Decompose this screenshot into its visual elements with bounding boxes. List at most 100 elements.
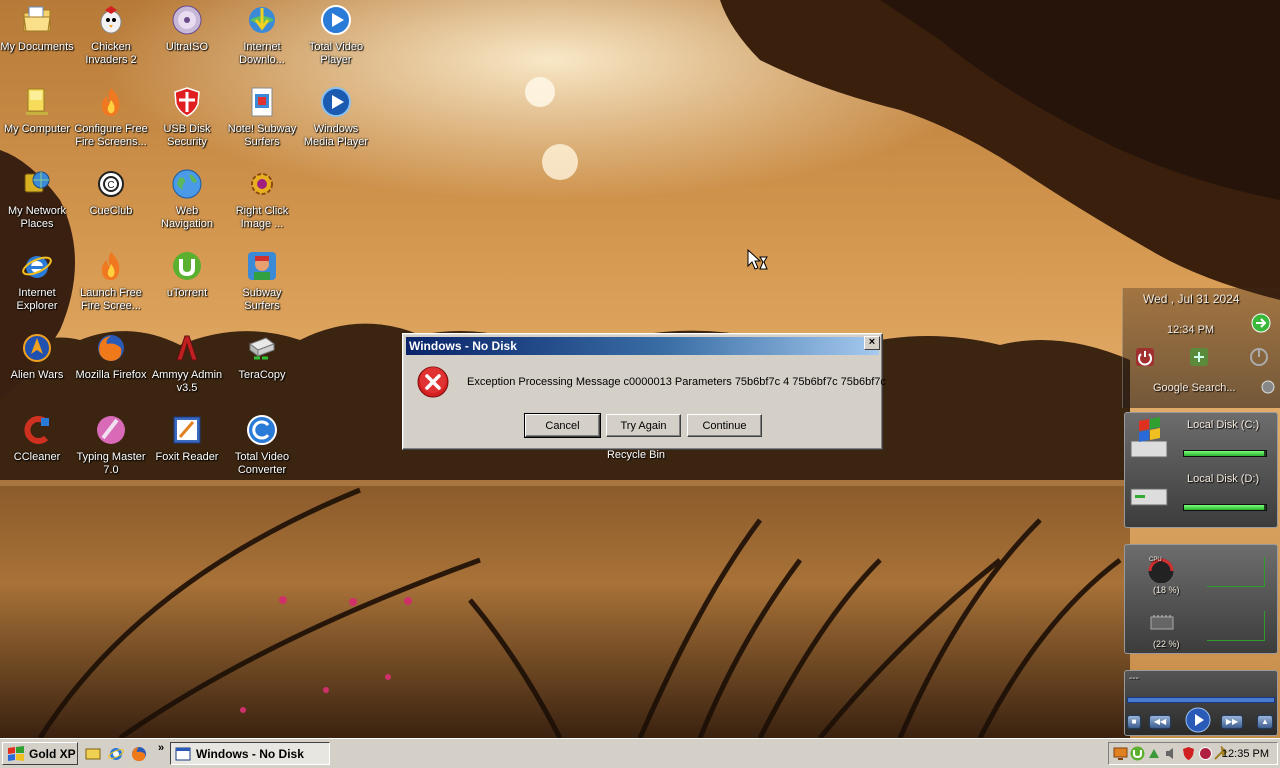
taskbar-clock[interactable]: 12:35 PM	[1222, 748, 1269, 760]
search-icon[interactable]	[1261, 380, 1275, 394]
quicklaunch-internet-explorer[interactable]	[107, 745, 125, 763]
drive-d-icon	[1130, 488, 1168, 506]
desktop-icon-chicken-invaders-2[interactable]: Chicken Invaders 2	[73, 2, 149, 82]
utorrent-icon	[171, 250, 203, 282]
desktop-icon-label: My Network Places	[7, 205, 67, 230]
desktop-icon-alien-wars[interactable]: Alien Wars	[0, 330, 75, 410]
ram-chip-icon	[1150, 615, 1174, 630]
desktop-icon-label: Launch Free Fire Scree...	[80, 287, 142, 312]
start-button[interactable]: Gold XP	[2, 742, 78, 765]
desktop-icon-internet-download-manager[interactable]: Internet Downlo...	[224, 2, 300, 82]
desktop-icon-web-navigation[interactable]: Web Navigation	[149, 166, 225, 246]
desktop-icon-my-documents[interactable]: My Documents	[0, 2, 75, 82]
drive-c-usage-fill	[1184, 451, 1264, 456]
shutdown-icon[interactable]	[1249, 347, 1269, 367]
drive-d-usage-bar	[1183, 504, 1267, 511]
media-play-button[interactable]	[1185, 707, 1211, 733]
desktop-icon-launch-free-fire[interactable]: Launch Free Fire Scree...	[73, 248, 149, 328]
video-player-icon	[320, 4, 352, 36]
desktop-icon-label: Foxit Reader	[155, 451, 219, 463]
disc-icon	[171, 4, 203, 36]
media-next-button[interactable]: ▶▶	[1221, 715, 1243, 729]
firefox-icon	[132, 747, 146, 761]
media-eject-button[interactable]: ▲	[1257, 715, 1273, 729]
desktop-icon-label: Web Navigation	[161, 205, 213, 230]
desktop-icon-note-subway-surfers[interactable]: Note! Subway Surfers	[224, 84, 300, 164]
desktop-icon-label: Total Video Converter	[234, 451, 290, 476]
desktop-icon-label: Total Video Player	[308, 41, 364, 66]
desktop-icon-label: Right Click Image ...	[235, 205, 289, 230]
desktop-icon-ultraiso[interactable]: UltraISO	[149, 2, 225, 82]
dialog-title[interactable]: Windows - No Disk	[406, 337, 879, 355]
desktop-icon-label: CueClub	[89, 205, 133, 217]
media-player-gadget: --- ■ ◀◀ ▶▶ ▲	[1124, 670, 1278, 736]
drive-c-label: Local Disk (C:)	[1187, 419, 1260, 431]
desktop-icon-configure-free-fire[interactable]: Configure Free Fire Screens...	[73, 84, 149, 164]
desktop-icon-internet-explorer[interactable]: Internet Explorer	[0, 248, 75, 328]
google-search-input[interactable]: Google Search...	[1153, 382, 1236, 394]
quicklaunch-chevron[interactable]: »	[158, 742, 164, 754]
desktop-icon-usb-disk-security[interactable]: USB Disk Security	[149, 84, 225, 164]
media-progress-bar[interactable]	[1127, 697, 1275, 703]
desktop-icon-label: Typing Master 7.0	[76, 451, 146, 476]
media-prev-button[interactable]: ◀◀	[1149, 715, 1171, 729]
folder-documents-icon	[21, 4, 53, 36]
cpu-graph	[1207, 557, 1265, 587]
tray-speaker-icon[interactable]	[1164, 746, 1179, 761]
recycle-bin-label[interactable]: Recycle Bin	[596, 449, 676, 461]
desktop-icon-foxit-reader[interactable]: Foxit Reader	[149, 412, 225, 492]
gadget-date: Wed , Jul 31 2024	[1143, 292, 1240, 306]
busy-cursor-icon	[747, 249, 768, 270]
quicklaunch-show-desktop[interactable]	[84, 745, 102, 763]
firefox-icon	[95, 332, 127, 364]
desktop-icon-ccleaner[interactable]: CCleaner	[0, 412, 75, 492]
internet-explorer-icon	[108, 748, 124, 760]
tray-monitor-icon[interactable]	[1113, 746, 1128, 761]
desktop-icon-mozilla-firefox[interactable]: Mozilla Firefox	[73, 330, 149, 410]
desktop-icon-label: Windows Media Player	[303, 123, 369, 148]
desktop-icon-subway-surfers[interactable]: Subway Surfers	[224, 248, 300, 328]
tray-antivirus-icon[interactable]	[1198, 746, 1213, 761]
foxit-reader-icon	[171, 414, 203, 446]
desktop-icon-label: Ammyy Admin v3.5	[151, 369, 223, 394]
desktop-icon-utorrent[interactable]: uTorrent	[149, 248, 225, 328]
quicklaunch-firefox[interactable]	[130, 745, 148, 763]
note-icon	[246, 86, 278, 118]
tray-utorrent-icon[interactable]	[1130, 746, 1145, 761]
tray-network-icon[interactable]	[1147, 746, 1162, 761]
tray-shield-icon[interactable]	[1181, 746, 1196, 761]
show-desktop-icon	[85, 748, 101, 760]
desktop-icon-windows-media-player[interactable]: Windows Media Player	[298, 84, 374, 164]
desktop-icon-total-video-converter[interactable]: Total Video Converter	[224, 412, 300, 492]
desktop-icon-total-video-player[interactable]: Total Video Player	[298, 2, 374, 82]
desktop-icon-ammyy-admin[interactable]: Ammyy Admin v3.5	[149, 330, 225, 410]
desktop-icon-label: Internet Explorer	[16, 287, 58, 312]
media-stop-button[interactable]: ■	[1127, 715, 1141, 729]
taskbar-button-no-disk[interactable]: Windows - No Disk	[170, 742, 330, 765]
desktop-icon-teracopy[interactable]: TeraCopy	[224, 330, 300, 410]
cancel-button[interactable]: Cancel	[524, 413, 601, 438]
globe-icon	[171, 168, 203, 200]
power-icon[interactable]	[1135, 347, 1155, 367]
desktop-icon-right-click-image[interactable]: Right Click Image ...	[224, 166, 300, 246]
sidebar-gadgets: Wed , Jul 31 2024 12:34 PM Google Search…	[1122, 288, 1280, 738]
continue-button[interactable]: Continue	[687, 414, 762, 437]
desktop-icon-my-network-places[interactable]: My Network Places	[0, 166, 75, 246]
alien-wars-icon	[21, 332, 53, 364]
refresh-icon[interactable]	[1189, 347, 1209, 367]
go-arrow-icon[interactable]	[1251, 313, 1271, 333]
chicken-invaders-icon	[95, 4, 127, 36]
subway-surfers-icon	[246, 250, 278, 282]
desktop-icon-my-computer[interactable]: My Computer	[0, 84, 75, 164]
shield-icon	[171, 86, 203, 118]
desktop-icon-typing-master[interactable]: Typing Master 7.0	[73, 412, 149, 492]
flame-icon	[95, 86, 127, 118]
system-tray: 12:35 PM	[1108, 742, 1278, 765]
try-again-button[interactable]: Try Again	[606, 414, 681, 437]
desktop-icon-cueclub[interactable]: C CueClub	[73, 166, 149, 246]
close-button[interactable]: ×	[864, 336, 880, 350]
dialog-message: Exception Processing Message c0000013 Pa…	[467, 376, 886, 388]
desktop-icon-label: Mozilla Firefox	[75, 369, 147, 381]
teracopy-icon	[246, 332, 278, 364]
ram-graph	[1207, 611, 1265, 641]
